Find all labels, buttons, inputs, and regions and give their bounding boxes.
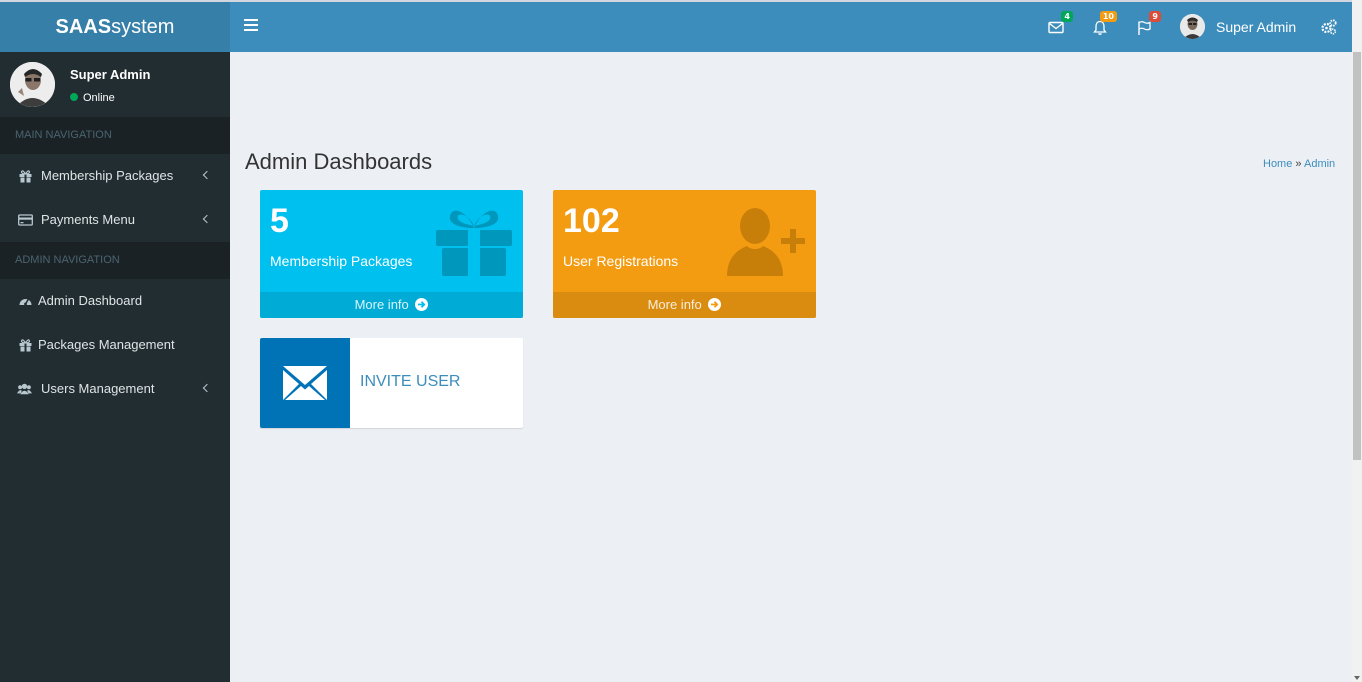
sidebar-item-users-management[interactable]: Users Management [0, 367, 230, 411]
invite-user-box[interactable]: INVITE USER [260, 338, 523, 428]
notifications-menu[interactable]: 10 [1091, 11, 1117, 38]
more-info-link[interactable]: More info [260, 292, 523, 318]
online-status-dot [70, 93, 78, 101]
control-sidebar-toggle[interactable] [1320, 18, 1338, 36]
page-title: Admin Dashboards [245, 149, 433, 174]
brand-logo[interactable]: SAASsystem [0, 2, 230, 52]
sidebar-item-admin-dashboard[interactable]: Admin Dashboard [0, 279, 230, 323]
gears-icon [1321, 19, 1337, 35]
scrollbar-thumb[interactable] [1353, 52, 1361, 460]
users-icon [17, 383, 32, 395]
stat-label: Membership Packages [270, 253, 413, 269]
sidebar-user-panel: Super Admin Online [0, 52, 230, 117]
navbar-avatar [1180, 14, 1205, 39]
envelope-icon [1048, 21, 1064, 34]
sidebar-user-status[interactable]: Online [70, 92, 115, 104]
stat-value: 102 [563, 202, 620, 240]
arrow-circle-right-icon [708, 298, 722, 311]
bell-icon [1093, 20, 1107, 35]
tasks-count-badge: 9 [1149, 11, 1161, 22]
more-info-label: More info [647, 297, 702, 312]
breadcrumb-admin-link[interactable]: Admin [1304, 158, 1335, 170]
sidebar-item-label: Packages Management [38, 337, 175, 352]
tasks-menu[interactable]: 9 [1135, 11, 1161, 38]
dashboard-icon [19, 298, 32, 306]
main-sidebar: Super Admin Online MAIN NAVIGATION Membe… [0, 52, 230, 682]
chevron-left-icon [202, 170, 212, 180]
more-info-label: More info [354, 297, 409, 312]
messages-count-badge: 4 [1061, 11, 1073, 22]
sidebar-item-label: Membership Packages [41, 168, 174, 183]
gift-icon [436, 210, 512, 276]
invite-user-label: INVITE USER [360, 373, 461, 390]
breadcrumb-separator: » [1295, 158, 1302, 170]
admin-navigation-header: ADMIN NAVIGATION [0, 242, 230, 279]
online-status-label: Online [83, 92, 115, 104]
envelope-icon [283, 366, 327, 400]
scroll-down-arrow[interactable] [1354, 676, 1360, 680]
sidebar-user-name: Super Admin [70, 67, 151, 82]
arrow-circle-right-icon [415, 298, 429, 311]
breadcrumb-home-link[interactable]: Home [1263, 158, 1292, 170]
sidebar-toggle-button[interactable] [244, 19, 258, 33]
sidebar-item-membership-packages[interactable]: Membership Packages [0, 154, 230, 198]
navbar-user-name: Super Admin [1216, 19, 1297, 35]
sidebar-item-payments-menu[interactable]: Payments Menu [0, 198, 230, 242]
messages-menu[interactable]: 4 [1047, 11, 1073, 38]
brand-logo-bold: SAAS [55, 16, 112, 38]
sidebar-item-label: Admin Dashboard [38, 293, 143, 308]
sidebar-item-packages-management[interactable]: Packages Management [0, 323, 230, 367]
notifications-count-badge: 10 [1099, 11, 1117, 22]
gift-icon [19, 170, 32, 183]
breadcrumb: Home » Admin [1263, 158, 1335, 170]
stat-label: User Registrations [563, 253, 679, 269]
top-navbar: 4 10 9 Super Admin [230, 2, 1352, 52]
user-plus-icon [727, 208, 805, 276]
stat-box-user-registrations: 102 User Registrations More info [553, 190, 816, 318]
gift-icon [19, 339, 32, 352]
chevron-left-icon [202, 383, 212, 393]
brand-logo-rest: system [111, 16, 175, 38]
sidebar-avatar [10, 62, 55, 107]
credit-card-icon [18, 214, 33, 226]
more-info-link[interactable]: More info [553, 292, 816, 318]
sidebar-item-label: Users Management [41, 381, 155, 396]
stat-value: 5 [270, 202, 289, 240]
stat-box-membership-packages: 5 Membership Packages More info [260, 190, 523, 318]
info-box-icon [260, 338, 350, 428]
flag-icon [1138, 21, 1151, 35]
sidebar-item-label: Payments Menu [41, 212, 135, 227]
chevron-left-icon [202, 214, 212, 224]
main-navigation-header: MAIN NAVIGATION [0, 117, 230, 154]
page-scrollbar[interactable] [1352, 52, 1362, 682]
scrollbar-track-top [1352, 0, 1362, 52]
